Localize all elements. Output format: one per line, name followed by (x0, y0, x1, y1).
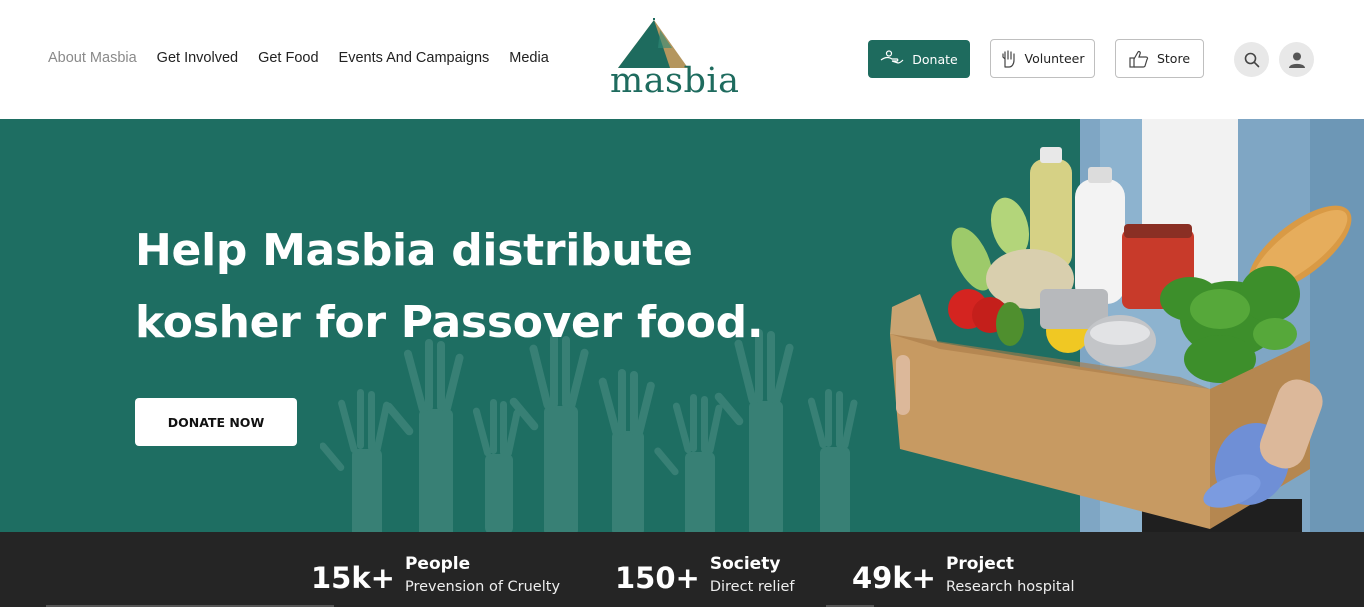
thumbs-up-icon (1129, 50, 1149, 68)
stat-subtitle: Direct relief (709, 579, 795, 595)
account-button[interactable] (1279, 42, 1314, 77)
grocery-box-photo (890, 119, 1364, 532)
stat-project: 49k+ Project Research hospital (852, 554, 1075, 602)
nav-get-involved[interactable]: Get Involved (157, 50, 238, 66)
nav-media[interactable]: Media (509, 50, 549, 66)
stat-number: 49k+ (852, 561, 936, 595)
site-header: About Masbia Get Involved Get Food Event… (0, 0, 1364, 119)
user-icon (1288, 52, 1305, 68)
raised-hand-icon (1001, 49, 1015, 68)
hand-coin-icon (880, 50, 904, 64)
stat-label: Society (709, 554, 781, 574)
donate-button[interactable]: Donate (868, 40, 970, 78)
donate-button-label: Donate (912, 51, 958, 67)
hero-title: Help Masbia distribute kosher for Passov… (135, 215, 835, 359)
hero-title-line-1: Help Masbia distribute (135, 225, 693, 276)
stat-label: People (404, 554, 471, 574)
nav-about-masbia[interactable]: About Masbia (48, 50, 137, 66)
stat-society: 150+ Society Direct relief (615, 554, 795, 602)
stat-label: Project (945, 554, 1015, 574)
stat-number: 15k+ (311, 561, 395, 595)
search-button[interactable] (1234, 42, 1269, 77)
raised-hands-illustration (320, 329, 858, 532)
stat-subtitle: Research hospital (945, 579, 1075, 595)
hero-title-line-2: kosher for Passover food. (135, 297, 764, 348)
search-icon (1244, 52, 1259, 67)
stat-people: 15k+ People Prevension of Cruelty (311, 554, 560, 602)
volunteer-button-label: Volunteer (1024, 51, 1085, 66)
volunteer-button[interactable]: Volunteer (990, 39, 1095, 78)
logo-text: masbia (610, 61, 740, 101)
stat-subtitle: Prevension of Cruelty (404, 579, 561, 595)
donate-now-button[interactable]: DONATE NOW (135, 398, 297, 446)
nav-events-and-campaigns[interactable]: Events And Campaigns (339, 50, 490, 66)
masbia-logo[interactable]: masbia (610, 18, 740, 102)
hero-banner: Help Masbia distribute kosher for Passov… (0, 119, 1364, 532)
nav-get-food[interactable]: Get Food (258, 50, 318, 66)
stats-bar: 15k+ People Prevension of Cruelty 150+ S… (0, 532, 1364, 607)
store-button-label: Store (1156, 51, 1191, 66)
stat-number: 150+ (615, 561, 700, 595)
main-nav: About Masbia Get Involved Get Food Event… (48, 50, 549, 66)
store-button[interactable]: Store (1115, 39, 1204, 78)
